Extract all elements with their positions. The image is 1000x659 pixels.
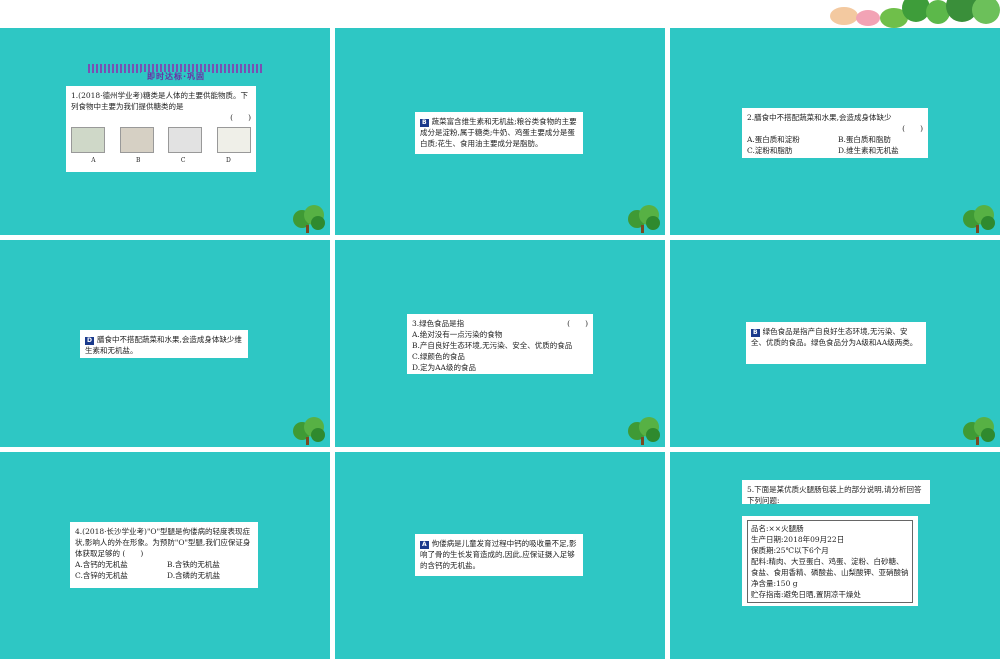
- label-line-shelf-life: 保质期:25℃以下6个月: [751, 546, 829, 555]
- answer-bracket: ( ): [230, 113, 251, 122]
- product-label: 品名:××火腿肠 生产日期:2018年09月22日 保质期:25℃以下6个月 配…: [747, 520, 913, 603]
- answer-bracket: ( ): [567, 319, 588, 328]
- explanation-text: 蔬菜富含维生素和无机盐;粮谷类食物的主要成分是淀粉,属于糖类;牛奶、鸡蛋主要成分…: [420, 117, 577, 148]
- decorative-garden-art: [830, 0, 1000, 28]
- option-label-d: D: [225, 157, 231, 164]
- question-text: 3.绿色食品是指: [412, 319, 465, 328]
- answer-badge: B: [751, 329, 760, 337]
- question-text: 2.膳食中不搭配蔬菜和水果,会造成身体缺少: [747, 113, 892, 122]
- answer-badge: D: [85, 337, 94, 345]
- explanation-text: 绿色食品是指产自良好生态环境,无污染、安全、优质的食品。绿色食品分为A级和AA级…: [751, 327, 918, 347]
- food-image-milk-eggs: [168, 127, 203, 153]
- explanation-text: 佝偻病是儿童发育过程中钙的吸收量不足,影响了骨的生长发育造成的,因此,应保证摄入…: [420, 539, 577, 570]
- answer-card: A 佝偻病是儿童发育过程中钙的吸收量不足,影响了骨的生长发育造成的,因此,应保证摄…: [415, 534, 583, 576]
- option-a: A.蛋白质和淀粉: [747, 135, 800, 144]
- label-line-net-weight: 净含量:150 g: [751, 579, 798, 588]
- option-label-c: C: [180, 157, 186, 164]
- answer-card: B 绿色食品是指产自良好生态环境,无污染、安全、优质的食品。绿色食品分为A级和AA…: [746, 322, 926, 364]
- slide-2[interactable]: B 蔬菜富含维生素和无机盐;粮谷类食物的主要成分是淀粉,属于糖类;牛奶、鸡蛋主要成…: [335, 28, 665, 235]
- answer-badge: B: [420, 119, 429, 127]
- question-card: 5.下面是某优质火腿肠包装上的部分说明,请分析回答下列问题:: [742, 480, 930, 505]
- option-b: B.产自良好生态环境,无污染、安全、优质的食品: [412, 341, 573, 350]
- tree-icon: [293, 205, 325, 233]
- option-a: A.绝对没有一点污染的食物: [412, 330, 503, 339]
- option-c: C.含锌的无机盐: [75, 571, 128, 580]
- tree-icon: [293, 417, 325, 445]
- slide-1[interactable]: 即时达标·巩固 1.(2018·德州学业考)糖类是人体的主要供能物质。下列食物中…: [0, 28, 330, 235]
- label-line-name: 品名:××火腿肠: [751, 524, 804, 533]
- options: A.蛋白质和淀粉 B.蛋白质和脂肪 C.淀粉和脂肪 D.维生素和无机盐: [747, 134, 923, 156]
- label-line-ingredients: 配料:精肉、大豆蛋白、鸡蛋、淀粉、白砂糖、食盐、食用香精、磷酸盐、山梨酸钾、亚硝…: [751, 557, 909, 577]
- answer-card: D 膳食中不搭配蔬菜和水果,会造成身体缺少维生素和无机盐。: [80, 330, 248, 358]
- option-labels: A B C D: [71, 155, 251, 166]
- question-text: 1.(2018·德州学业考)糖类是人体的主要供能物质。下列食物中主要为我们提供糖…: [71, 91, 248, 111]
- slide-3[interactable]: 2.膳食中不搭配蔬菜和水果,会造成身体缺少 ( ) A.蛋白质和淀粉 B.蛋白质…: [670, 28, 1000, 235]
- answer-bracket: ( ): [122, 549, 144, 558]
- slide-4[interactable]: D 膳食中不搭配蔬菜和水果,会造成身体缺少维生素和无机盐。: [0, 240, 330, 447]
- question-text: 5.下面是某优质火腿肠包装上的部分说明,请分析回答下列问题:: [747, 485, 922, 505]
- explanation-text: 膳食中不搭配蔬菜和水果,会造成身体缺少维生素和无机盐。: [85, 335, 242, 355]
- slide-6[interactable]: B 绿色食品是指产自良好生态环境,无污染、安全、优质的食品。绿色食品分为A级和AA…: [670, 240, 1000, 447]
- option-d: D.维生素和无机盐: [838, 146, 899, 155]
- question-text: 4.(2018·长沙学业考)"O"型腿是佝偻病的轻度表现症状,影响人的外在形象。…: [75, 527, 251, 558]
- option-b: B.蛋白质和脂肪: [838, 135, 891, 144]
- answer-card: B 蔬菜富含维生素和无机盐;粮谷类食物的主要成分是淀粉,属于糖类;牛奶、鸡蛋主要成…: [415, 112, 583, 154]
- label-line-date: 生产日期:2018年09月22日: [751, 535, 845, 544]
- question-card: 3.绿色食品是指 ( ) A.绝对没有一点污染的食物 B.产自良好生态环境,无污…: [407, 314, 593, 374]
- question-card: 1.(2018·德州学业考)糖类是人体的主要供能物质。下列食物中主要为我们提供糖…: [66, 86, 256, 172]
- question-card: 2.膳食中不搭配蔬菜和水果,会造成身体缺少 ( ) A.蛋白质和淀粉 B.蛋白质…: [742, 108, 928, 158]
- slide-8[interactable]: A 佝偻病是儿童发育过程中钙的吸收量不足,影响了骨的生长发育造成的,因此,应保证摄…: [335, 452, 665, 659]
- banner-text: 即时达标·巩固: [140, 72, 212, 81]
- tree-icon: [963, 417, 995, 445]
- option-c: C.绿颜色的食品: [412, 352, 465, 361]
- food-image-grains: [119, 127, 154, 153]
- option-c: C.淀粉和脂肪: [747, 146, 793, 155]
- tree-icon: [963, 205, 995, 233]
- tree-icon: [628, 205, 660, 233]
- label-line-storage: 贮存指南:避免日晒,置阴凉干燥处: [751, 590, 861, 599]
- options: A.含钙的无机盐 B.含铁的无机盐 C.含锌的无机盐 D.含磷的无机盐: [75, 559, 253, 581]
- option-d: D.定为AA级的食品: [412, 363, 476, 372]
- section-banner: 即时达标·巩固: [88, 64, 264, 81]
- tree-icon: [628, 417, 660, 445]
- product-label-card: 品名:××火腿肠 生产日期:2018年09月22日 保质期:25℃以下6个月 配…: [742, 516, 918, 606]
- slide-9[interactable]: 5.下面是某优质火腿肠包装上的部分说明,请分析回答下列问题: 品名:××火腿肠 …: [670, 452, 1000, 659]
- option-label-a: A: [91, 157, 96, 164]
- slide-7[interactable]: 4.(2018·长沙学业考)"O"型腿是佝偻病的轻度表现症状,影响人的外在形象。…: [0, 452, 330, 659]
- food-image-vegetables: [71, 127, 105, 153]
- answer-bracket: ( ): [902, 124, 923, 133]
- option-label-b: B: [136, 157, 141, 164]
- option-b: B.含铁的无机盐: [167, 560, 220, 569]
- option-a: A.含钙的无机盐: [75, 560, 128, 569]
- food-images: [71, 127, 251, 153]
- food-image-oil-peanuts: [216, 127, 251, 153]
- slide-5[interactable]: 3.绿色食品是指 ( ) A.绝对没有一点污染的食物 B.产自良好生态环境,无污…: [335, 240, 665, 447]
- answer-badge: A: [420, 541, 429, 549]
- option-d: D.含磷的无机盐: [167, 571, 221, 580]
- question-card: 4.(2018·长沙学业考)"O"型腿是佝偻病的轻度表现症状,影响人的外在形象。…: [70, 522, 258, 588]
